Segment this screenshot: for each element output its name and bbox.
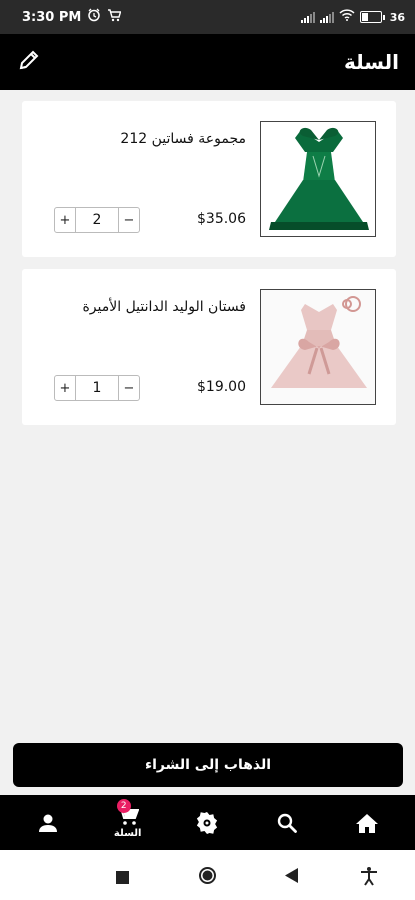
nav-home[interactable]: [337, 812, 397, 834]
status-time: 3:30 PM: [22, 9, 82, 25]
wifi-icon: [339, 9, 355, 25]
cart-item[interactable]: فستان الوليد الدانتيل الأميرة $19.00 + 1…: [22, 269, 396, 425]
bottom-nav: 2 السلة: [0, 795, 415, 850]
nav-account[interactable]: [18, 812, 78, 834]
back-triangle-icon[interactable]: [285, 868, 298, 887]
page-title: السلة: [343, 50, 399, 74]
home-icon: [355, 812, 379, 834]
quantity-stepper: + 1 −: [54, 375, 140, 401]
pink-dress-image[interactable]: [260, 289, 376, 405]
increase-quantity-button[interactable]: +: [55, 208, 76, 232]
green-dress-image[interactable]: [260, 121, 376, 237]
battery-icon: [359, 11, 385, 23]
search-icon: [276, 812, 298, 834]
nav-cart[interactable]: 2 السلة: [98, 799, 158, 839]
signal-icon: [300, 11, 315, 23]
product-name[interactable]: فستان الوليد الدانتيل الأميرة: [82, 299, 246, 315]
cart-count-badge: 2: [116, 799, 131, 813]
cart-item[interactable]: مجموعة فساتين 212 $35.06 + 2 −: [22, 101, 396, 257]
accessibility-icon[interactable]: [360, 866, 378, 890]
quantity-stepper: + 2 −: [54, 207, 140, 233]
product-price: $35.06: [197, 211, 246, 227]
recents-square-icon[interactable]: [116, 869, 129, 888]
battery-level: 36: [389, 10, 405, 24]
decrease-quantity-button[interactable]: −: [118, 208, 139, 232]
product-price: $19.00: [197, 379, 246, 395]
decrease-quantity-button[interactable]: −: [118, 376, 139, 400]
increase-quantity-button[interactable]: +: [55, 376, 76, 400]
checkout-button[interactable]: الذهاب إلى الشراء: [13, 743, 403, 787]
cart-notification-icon: [107, 8, 122, 26]
nav-settings[interactable]: [177, 811, 237, 835]
signal-icon: [319, 11, 334, 23]
system-nav-bar: [0, 850, 415, 900]
pencil-icon[interactable]: [18, 49, 40, 75]
person-icon: [37, 812, 59, 834]
nav-search[interactable]: [257, 812, 317, 834]
quantity-value[interactable]: 1: [76, 376, 118, 400]
home-circle-icon[interactable]: [198, 866, 217, 889]
quantity-value[interactable]: 2: [76, 208, 118, 232]
alarm-icon: [87, 8, 101, 26]
settings-gear-icon: [195, 811, 219, 835]
app-bar: السلة: [0, 34, 415, 90]
nav-cart-label: السلة: [113, 828, 142, 839]
product-name[interactable]: مجموعة فساتين 212: [120, 131, 246, 147]
status-bar: 3:30 PM 36: [0, 0, 415, 34]
